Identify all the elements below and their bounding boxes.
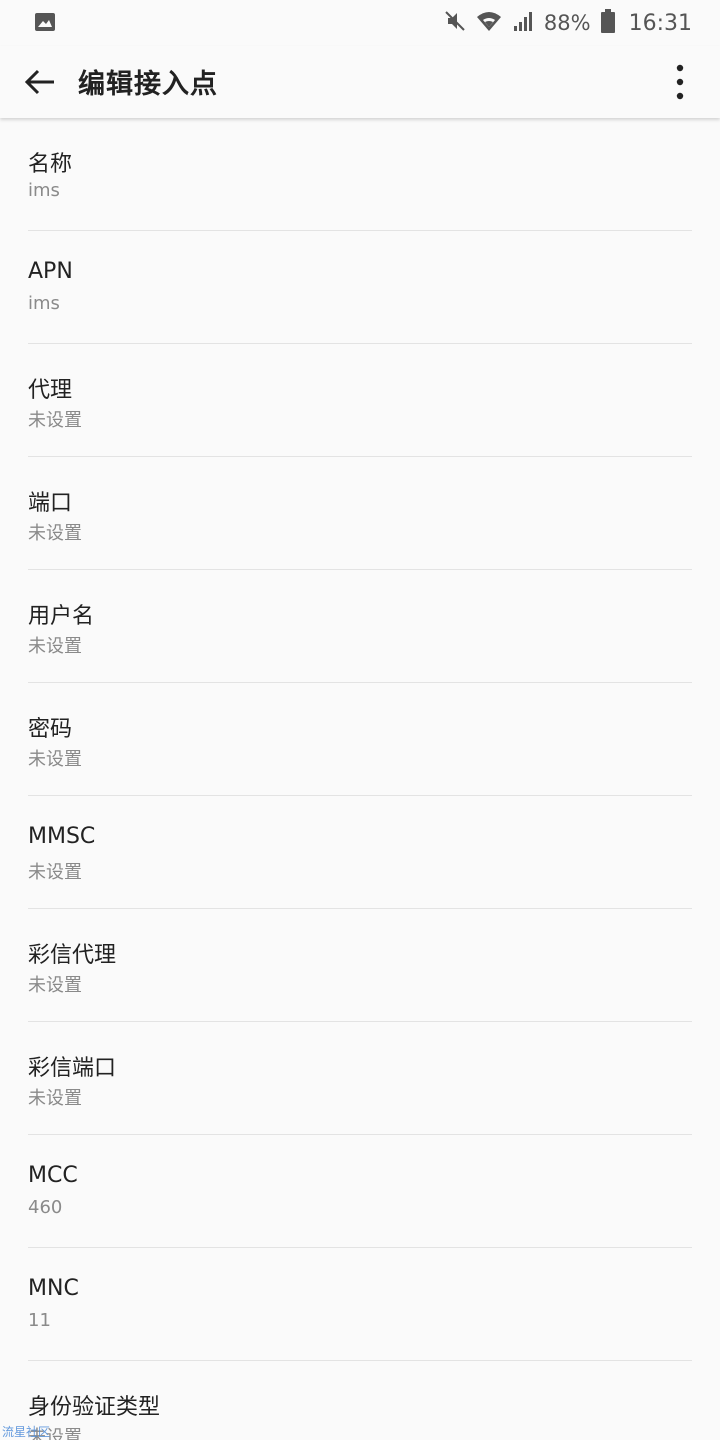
wifi-icon [476,10,502,36]
item-label: 身份验证类型 [28,1395,161,1420]
page-title: 编辑接入点 [78,69,218,100]
item-label: 代理 [28,378,73,403]
image-notification-icon [34,12,56,32]
list-item-proxy[interactable]: 代理 未设置 [28,344,692,457]
status-bar: 88% 16:31 [0,0,720,46]
item-value: ims [28,293,60,314]
more-vert-icon [676,64,684,100]
item-value: 460 [28,1197,63,1218]
list-item-mms-port[interactable]: 彩信端口 未设置 [28,1022,692,1135]
item-value: ims [28,180,60,201]
item-label: MMSC [28,824,96,849]
item-value: 11 [28,1310,51,1331]
item-value: 未设置 [28,862,82,883]
list-item-username[interactable]: 用户名 未设置 [28,570,692,683]
list-item-mms-proxy[interactable]: 彩信代理 未设置 [28,909,692,1022]
clock: 16:31 [628,10,692,36]
watermark: 流星社区 [2,1425,51,1439]
list-item-mmsc[interactable]: MMSC 未设置 [28,796,692,909]
status-icons: 88% 16:31 [444,8,692,38]
item-label: 端口 [28,491,73,516]
item-value: 未设置 [28,636,82,657]
item-label: 彩信端口 [28,1056,117,1081]
list-item-mnc[interactable]: MNC 11 [28,1248,692,1361]
item-label: 彩信代理 [28,943,117,968]
list-item-auth-type[interactable]: 身份验证类型 未设置 [28,1361,692,1440]
item-value: 未设置 [28,1088,82,1109]
item-label: MCC [28,1163,78,1188]
app-bar: 编辑接入点 [0,46,720,118]
battery-icon [600,9,615,37]
list-item-name[interactable]: 名称 ims [28,118,692,231]
battery-percent: 88% [543,11,591,35]
apn-settings-list: 名称 ims APN ims 代理 未设置 端口 未设置 用户名 未设置 密码 … [0,118,720,1440]
mute-icon [444,10,466,36]
item-label: MNC [28,1276,79,1301]
item-label: 用户名 [28,604,95,629]
list-item-password[interactable]: 密码 未设置 [28,683,692,796]
list-item-apn[interactable]: APN ims [28,231,692,344]
item-value: 未设置 [28,749,82,770]
item-label: APN [28,259,73,284]
back-arrow-icon [24,69,54,95]
signal-icon [512,10,534,36]
back-button[interactable] [16,58,64,106]
item-label: 密码 [28,717,73,742]
item-value: 未设置 [28,975,82,996]
list-item-port[interactable]: 端口 未设置 [28,457,692,570]
item-value: 未设置 [28,410,82,431]
more-options-button[interactable] [656,58,704,106]
screen: 88% 16:31 编辑接入点 名称 ims APN ims 代理 未设置 端口… [0,0,720,1440]
item-value: 未设置 [28,523,82,544]
list-item-mcc[interactable]: MCC 460 [28,1135,692,1248]
item-label: 名称 [28,152,73,177]
